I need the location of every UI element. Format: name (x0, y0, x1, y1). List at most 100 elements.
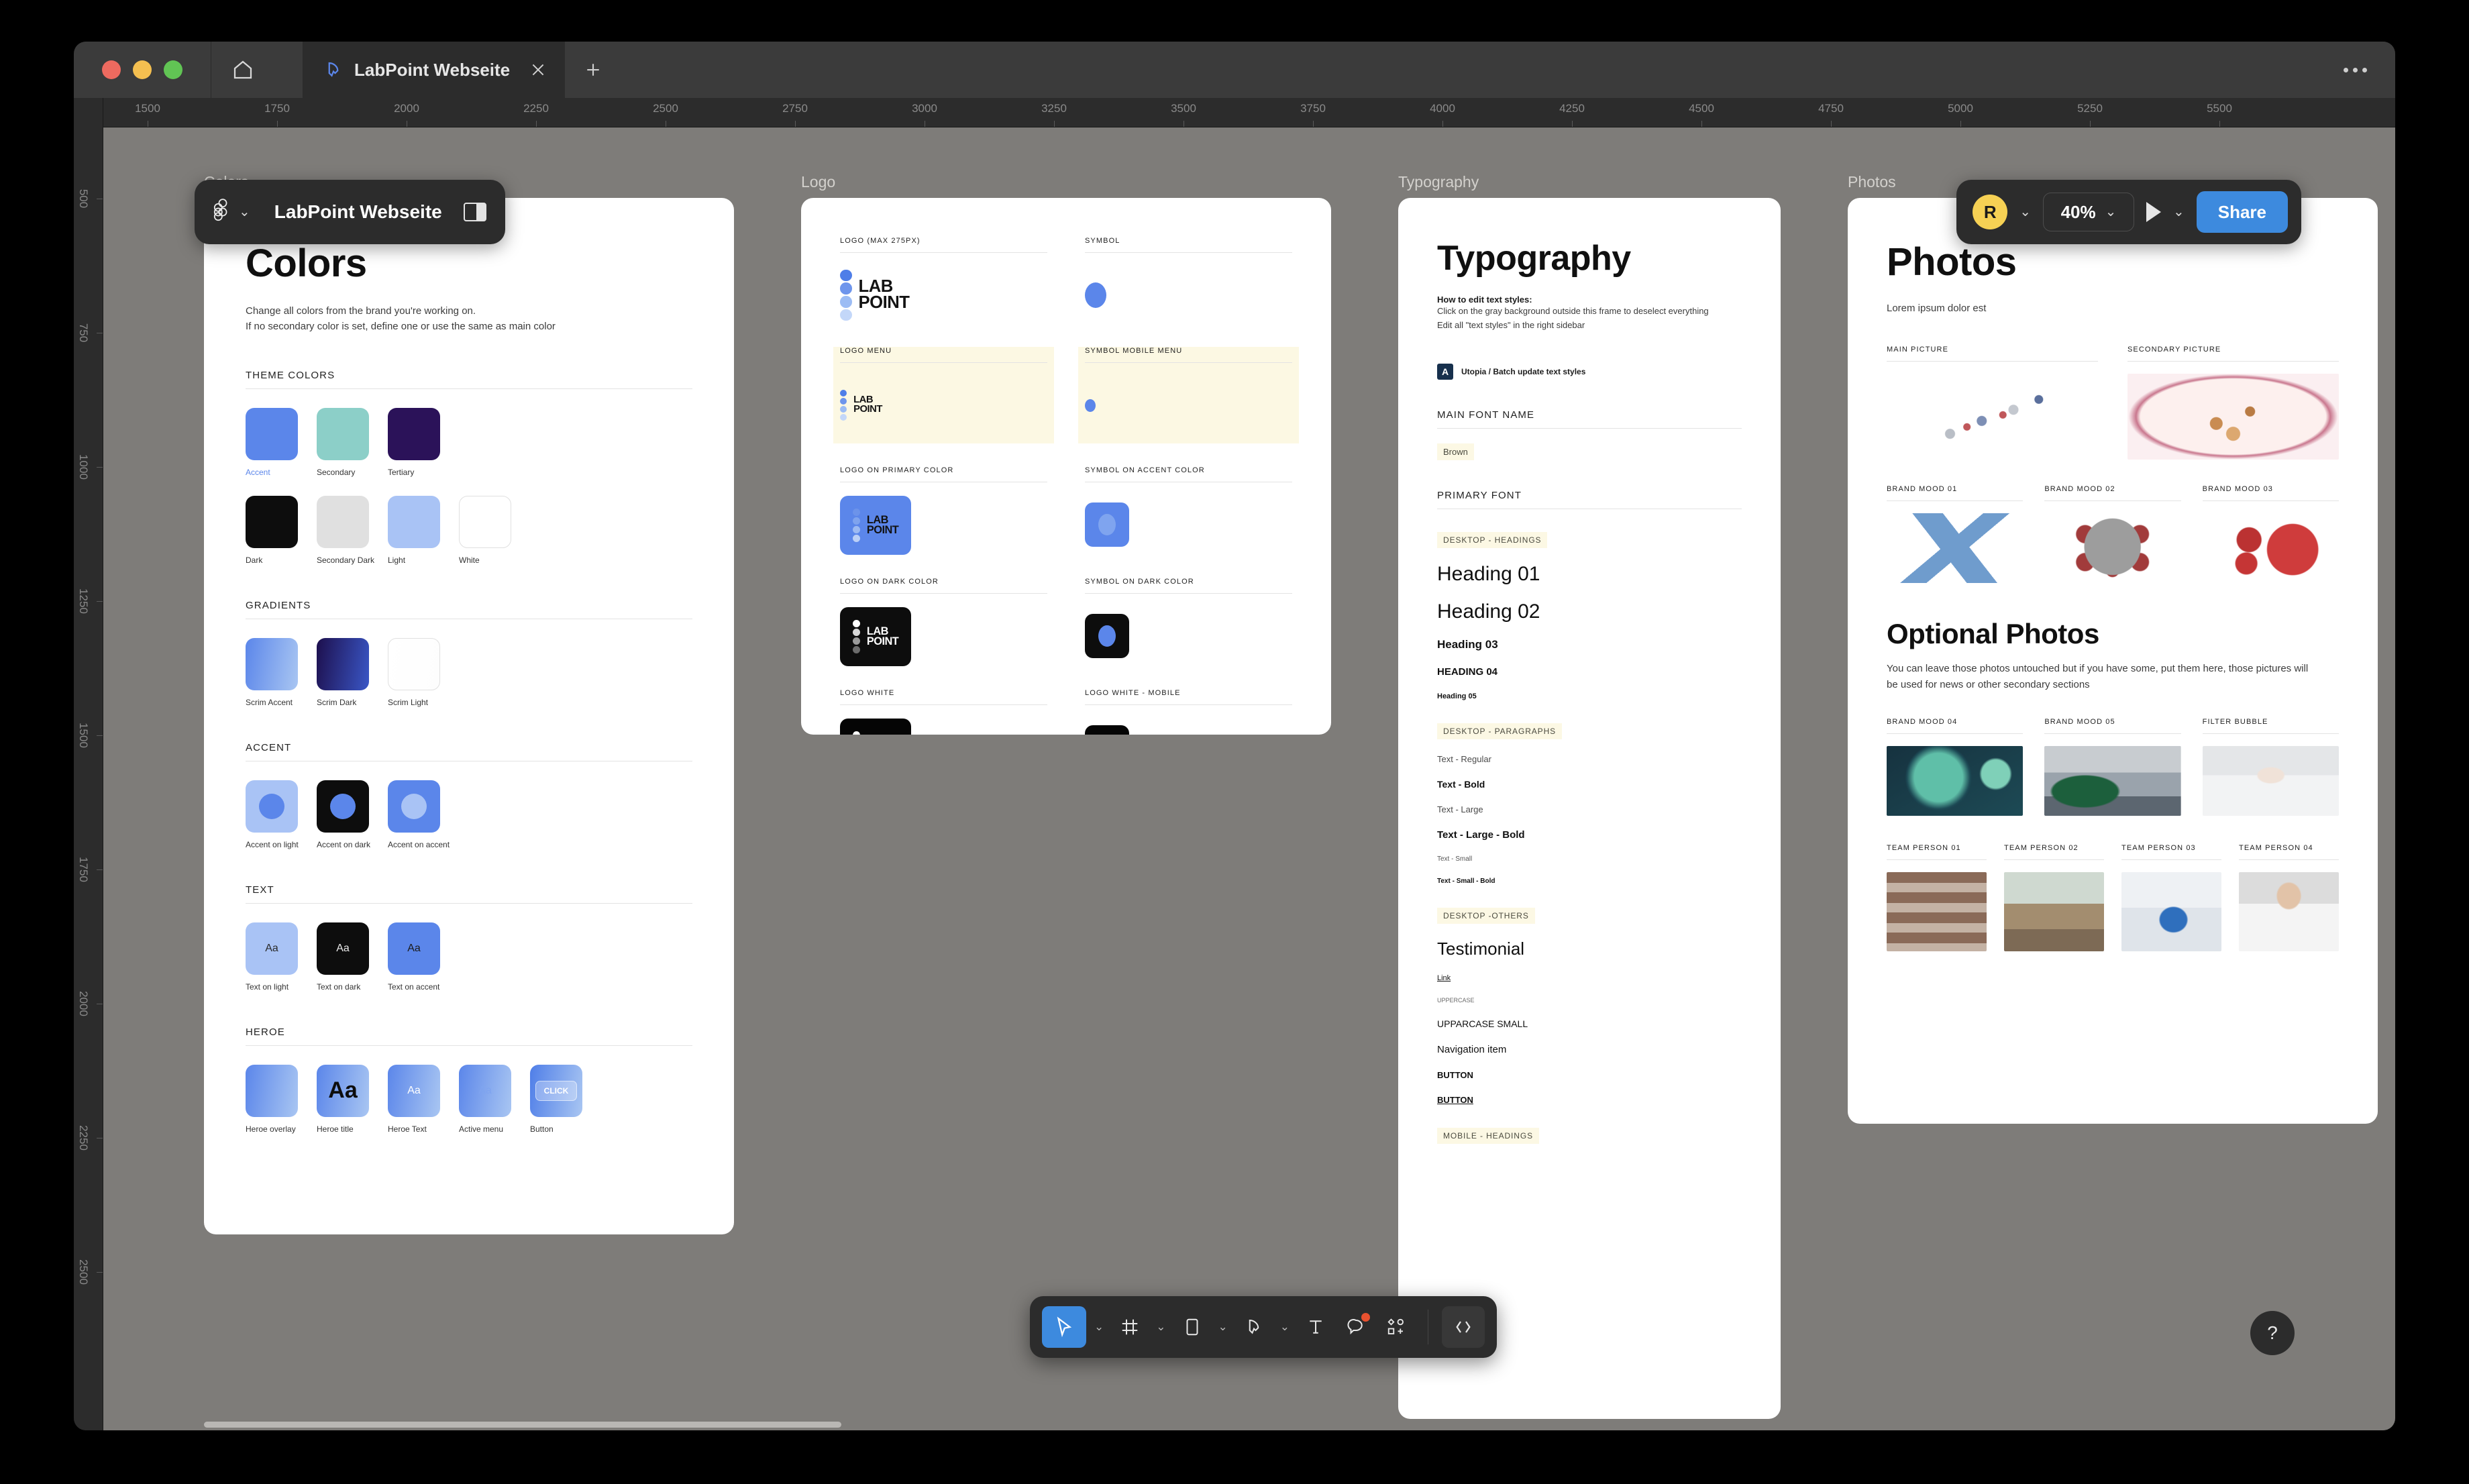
pen-tool[interactable] (1236, 1306, 1272, 1348)
swatch-cell[interactable]: Aa Text on light (246, 922, 298, 992)
photo-image[interactable] (2239, 871, 2339, 951)
comment-tool[interactable] (1338, 1306, 1374, 1348)
color-swatch[interactable]: Aa (388, 1064, 440, 1117)
swatch-cell[interactable]: Light (388, 495, 440, 565)
color-swatch[interactable] (246, 407, 298, 460)
share-button[interactable]: Share (2196, 191, 2288, 233)
swatch-click-button[interactable]: CLICK (535, 1080, 578, 1101)
photo-image[interactable] (2004, 871, 2104, 951)
photo-image[interactable] (2202, 745, 2339, 816)
swatch-cell[interactable]: Aa Text on dark (317, 922, 369, 992)
photo-cell[interactable]: SECONDARY PICTURE (2127, 346, 2339, 460)
window-overflow-menu[interactable] (2344, 42, 2367, 98)
present-chevron-down-icon[interactable]: ⌄ (2173, 205, 2185, 219)
photo-cell[interactable]: BRAND MOOD 02 (2044, 485, 2181, 584)
figma-logo-icon[interactable] (213, 199, 232, 225)
swatch-cell[interactable]: CLICK Button (530, 1064, 582, 1134)
frame-photos[interactable]: Photos Lorem ipsum dolor est MAIN PICTUR… (1848, 198, 2378, 1124)
swatch-cell[interactable]: Aa Heroe title (317, 1064, 369, 1134)
photo-image[interactable] (2202, 513, 2339, 584)
color-swatch[interactable] (317, 637, 369, 690)
photo-cell[interactable]: TEAM PERSON 01 (1887, 844, 1987, 951)
color-swatch[interactable] (246, 495, 298, 548)
color-swatch[interactable] (246, 1064, 298, 1117)
avatar[interactable]: R (1973, 195, 2008, 229)
color-swatch[interactable] (459, 495, 511, 548)
file-name-label[interactable]: LabPoint Webseite (274, 201, 442, 223)
shape-tool[interactable] (1174, 1306, 1210, 1348)
swatch-cell[interactable]: Dark (246, 495, 298, 565)
photo-cell[interactable]: FILTER BUBBLE (2202, 718, 2339, 816)
color-swatch[interactable] (317, 780, 369, 833)
logo-cell[interactable]: SYMBOL ON DARK COLOR (1085, 578, 1292, 666)
logo-cell[interactable]: LOGO WHITE LABPOINT (840, 689, 1047, 735)
actions-tool[interactable] (1378, 1306, 1414, 1348)
photo-image[interactable] (2044, 745, 2181, 816)
close-window-button[interactable] (102, 60, 121, 79)
color-swatch[interactable]: Aa (459, 1064, 511, 1117)
logo-cell[interactable]: LOGO (MAX 275PX) LAB POINT (840, 237, 1047, 324)
frame-label-logo[interactable]: Logo (801, 173, 835, 191)
swatch-cell[interactable]: Aa Text on accent (388, 922, 440, 992)
frame-tool-chevron-down-icon[interactable]: ⌄ (1152, 1320, 1169, 1334)
new-tab-button[interactable] (565, 42, 621, 98)
swatch-cell[interactable]: Heroe overlay (246, 1064, 298, 1134)
minimize-window-button[interactable] (133, 60, 152, 79)
logo-cell[interactable]: LOGO ON PRIMARY COLOR LAB POINT (840, 466, 1047, 555)
swatch-cell[interactable]: Scrim Light (388, 637, 440, 707)
swatch-cell[interactable]: Secondary (317, 407, 369, 477)
photo-image[interactable] (1887, 871, 1987, 951)
browser-tab[interactable]: LabPoint Webseite (303, 42, 566, 98)
figma-canvas[interactable]: Colors Colors Change all colors from the… (103, 127, 2395, 1430)
photo-cell[interactable]: TEAM PERSON 04 (2239, 844, 2339, 951)
move-tool[interactable] (1042, 1306, 1086, 1348)
text-tool[interactable] (1298, 1306, 1334, 1348)
color-swatch[interactable]: Aa (317, 1064, 369, 1117)
color-swatch[interactable] (246, 637, 298, 690)
swatch-cell[interactable]: Accent on light (246, 780, 299, 849)
swatch-cell[interactable]: Secondary Dark (317, 495, 374, 565)
swatch-cell[interactable]: Scrim Accent (246, 637, 298, 707)
photo-cell[interactable]: BRAND MOOD 04 (1887, 718, 2024, 816)
color-swatch[interactable] (246, 780, 298, 833)
photo-cell[interactable]: BRAND MOOD 03 (2202, 485, 2339, 584)
logo-cell[interactable]: SYMBOL MOBILE MENU (1078, 347, 1299, 443)
color-swatch[interactable] (388, 780, 440, 833)
horizontal-scrollbar[interactable] (204, 1422, 841, 1428)
swatch-cell[interactable]: Aa Heroe Text (388, 1064, 440, 1134)
logo-cell[interactable]: LOGO MENU LAB POINT (833, 347, 1054, 443)
color-swatch[interactable]: Aa (317, 922, 369, 975)
pen-tool-chevron-down-icon[interactable]: ⌄ (1276, 1320, 1294, 1334)
color-swatch[interactable]: Aa (246, 922, 298, 975)
frame-label-typography[interactable]: Typography (1398, 173, 1479, 191)
swatch-cell[interactable]: Accent on dark (317, 780, 370, 849)
frame-tool[interactable] (1112, 1306, 1148, 1348)
photo-image[interactable] (1887, 513, 2024, 584)
maximize-window-button[interactable] (164, 60, 182, 79)
frame-label-photos[interactable]: Photos (1848, 173, 1896, 191)
play-icon[interactable] (2146, 202, 2161, 222)
sidebar-panel-icon[interactable] (463, 203, 486, 221)
frame-colors[interactable]: Colors Change all colors from the brand … (204, 198, 734, 1234)
photo-image[interactable] (2044, 513, 2181, 584)
frame-typography[interactable]: Typography How to edit text styles: Clic… (1398, 198, 1781, 1419)
color-swatch[interactable] (388, 407, 440, 460)
logo-cell[interactable]: LOGO ON DARK COLOR LAB POINT (840, 578, 1047, 666)
color-swatch[interactable] (388, 637, 440, 690)
logo-cell[interactable]: SYMBOL (1085, 237, 1292, 324)
photo-cell[interactable]: BRAND MOOD 05 (2044, 718, 2181, 816)
color-swatch[interactable] (317, 407, 369, 460)
color-swatch[interactable]: CLICK (530, 1064, 582, 1117)
frame-logo[interactable]: LOGO (MAX 275PX) LAB POINT SYMBOL LOGO MENU L… (801, 198, 1331, 735)
swatch-cell[interactable]: White (459, 495, 511, 565)
photo-cell[interactable]: TEAM PERSON 02 (2004, 844, 2104, 951)
color-swatch[interactable] (317, 495, 369, 548)
swatch-cell[interactable]: Tertiary (388, 407, 440, 477)
photo-image[interactable] (2127, 374, 2339, 460)
shape-tool-chevron-down-icon[interactable]: ⌄ (1214, 1320, 1232, 1334)
photo-image[interactable] (1887, 374, 2098, 460)
move-tool-chevron-down-icon[interactable]: ⌄ (1090, 1320, 1108, 1334)
photo-cell[interactable]: BRAND MOOD 01 (1887, 485, 2024, 584)
home-button[interactable] (211, 42, 274, 98)
photo-cell[interactable]: MAIN PICTURE (1887, 346, 2098, 460)
